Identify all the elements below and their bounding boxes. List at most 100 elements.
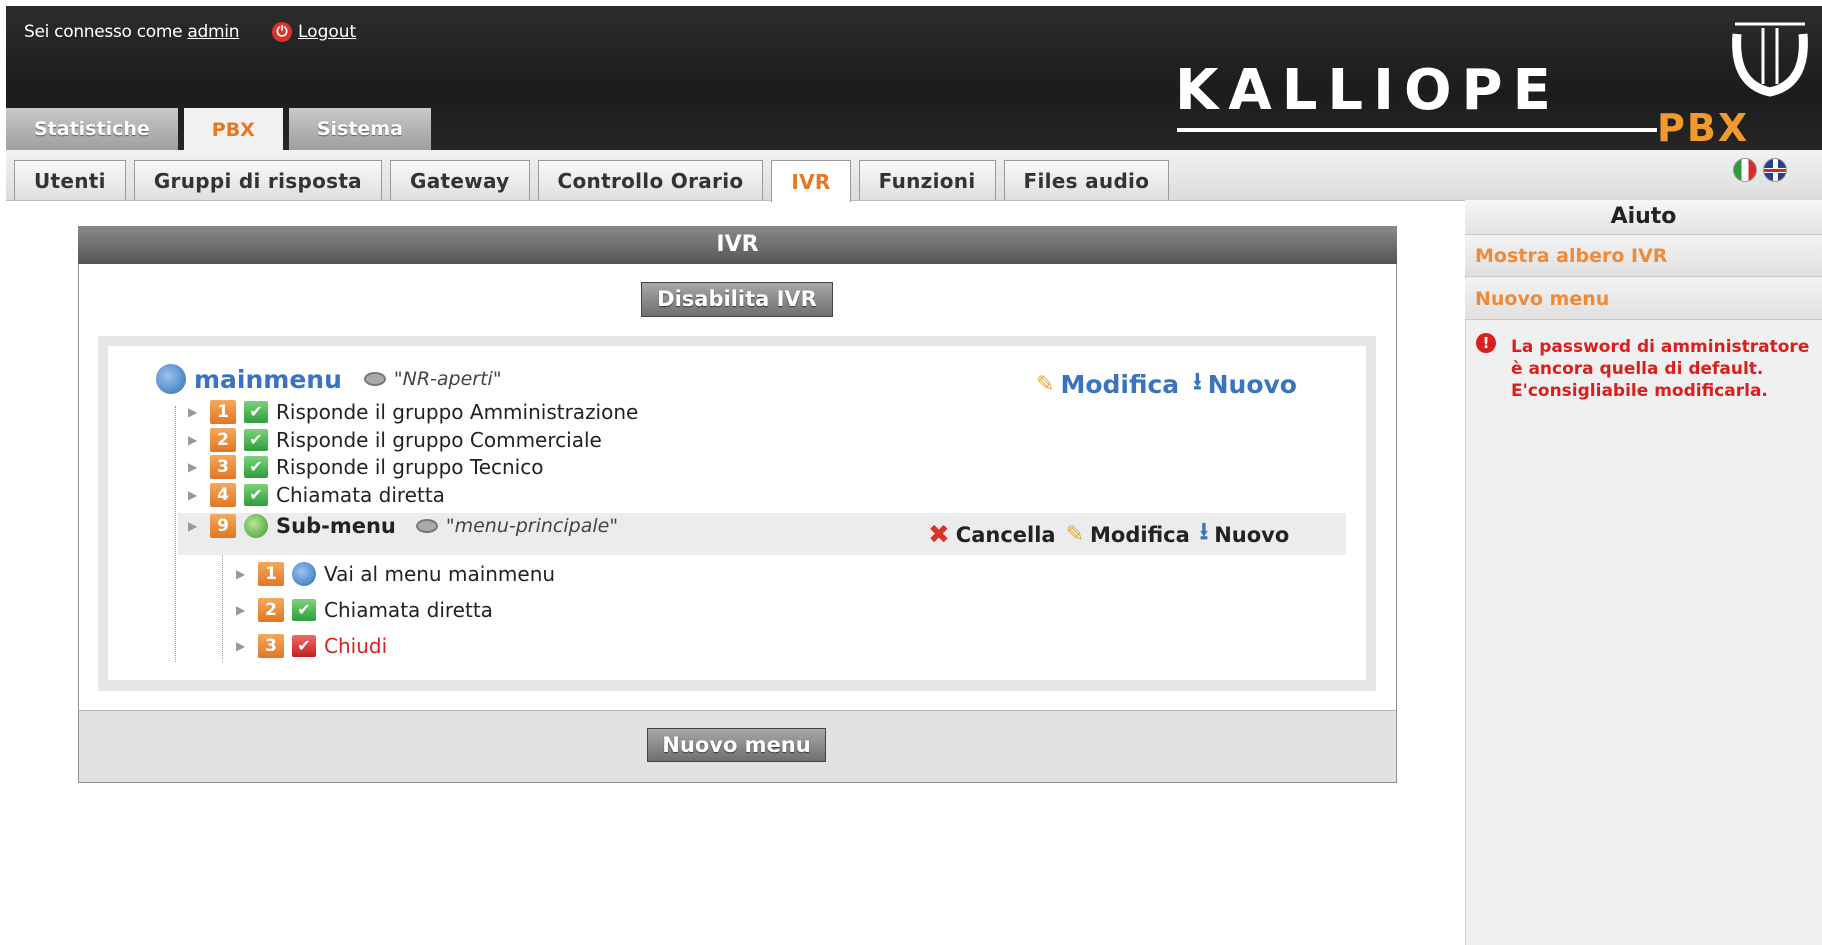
check-icon: ✔ <box>244 401 268 423</box>
expand-arrow-icon: ▶ <box>236 639 246 653</box>
show-ivr-tree-link[interactable]: Mostra albero IVR <box>1465 235 1822 277</box>
disable-ivr-button[interactable]: Disabilita IVR <box>641 282 833 317</box>
warning-icon: ! <box>1476 333 1496 353</box>
submenu-new-button[interactable]: ⭳ Nuovo <box>1200 514 1289 555</box>
root-node: mainmenu "NR-aperti" <box>156 364 502 394</box>
submenu-icon <box>244 514 268 538</box>
key-badge: 2 <box>258 598 284 622</box>
tree-guide <box>175 406 176 662</box>
password-warning: La password di amministratore è ancora q… <box>1511 337 1810 401</box>
tab-files-audio[interactable]: Files audio <box>1003 160 1170 200</box>
arrow-down-icon: ⭳ <box>1193 367 1202 395</box>
expand-arrow-icon: ▶ <box>188 519 198 533</box>
key-badge: 3 <box>210 455 236 479</box>
goto-menu-icon <box>292 562 316 586</box>
key-badge: 2 <box>210 428 236 452</box>
tab-pbx[interactable]: PBX <box>183 108 283 152</box>
submenu-new-label: Nuovo <box>1214 522 1290 547</box>
tab-utenti[interactable]: Utenti <box>14 160 126 200</box>
login-status: Sei connesso come admin <box>24 22 240 42</box>
key-badge: 9 <box>210 514 236 538</box>
key-badge: 3 <box>258 634 284 658</box>
sub-tree-item[interactable]: ▶ 1 Vai al menu mainmenu <box>236 562 555 586</box>
submenu-audio-name: "menu-principale" <box>445 515 619 537</box>
item-label: Risponde il gruppo Commerciale <box>276 428 602 452</box>
logo-line <box>1177 128 1657 132</box>
main-tabs: Statistiche PBX Sistema <box>6 108 431 152</box>
lyre-icon <box>1732 22 1808 97</box>
tab-controllo-orario[interactable]: Controllo Orario <box>537 160 764 200</box>
root-audio-name: "NR-aperti" <box>393 368 502 390</box>
tab-funzioni[interactable]: Funzioni <box>858 160 996 200</box>
expand-arrow-icon: ▶ <box>236 603 246 617</box>
item-label: Chiudi <box>324 634 388 658</box>
expand-arrow-icon: ▶ <box>236 567 246 581</box>
check-icon: ✔ <box>292 599 316 621</box>
login-prefix: Sei connesso come <box>24 22 188 42</box>
tree-item[interactable]: ▶ 4 ✔ Chiamata diretta <box>188 483 445 507</box>
key-badge: 1 <box>258 562 284 586</box>
item-label: Chiamata diretta <box>276 483 445 507</box>
logo-pbx: PBX <box>1657 106 1750 150</box>
root-menu-name[interactable]: mainmenu <box>194 365 342 394</box>
check-icon: ✔ <box>244 484 268 506</box>
tree-item[interactable]: ▶ 1 ✔ Risponde il gruppo Amministrazione <box>188 400 638 424</box>
expand-arrow-icon: ▶ <box>188 405 198 419</box>
expand-arrow-icon: ▶ <box>188 460 198 474</box>
tab-ivr[interactable]: IVR <box>771 160 851 202</box>
panel-title: IVR <box>78 226 1397 264</box>
user-link[interactable]: admin <box>187 22 239 42</box>
key-badge: 1 <box>210 400 236 424</box>
logout-link[interactable]: ⏻ Logout <box>272 22 356 42</box>
tree-item[interactable]: ▶ 3 ✔ Risponde il gruppo Tecnico <box>188 455 543 479</box>
language-flags <box>1733 158 1787 182</box>
arrow-down-icon: ⭳ <box>1199 517 1209 545</box>
tab-statistiche[interactable]: Statistiche <box>6 108 178 150</box>
root-edit-button[interactable]: ✎ Modifica <box>1036 364 1179 405</box>
root-edit-label: Modifica <box>1060 370 1180 399</box>
logo-text: KALLIOPE <box>1175 58 1561 123</box>
new-menu-link[interactable]: Nuovo menu <box>1465 278 1822 320</box>
tree-item[interactable]: ▶ 2 ✔ Risponde il gruppo Commerciale <box>188 428 602 452</box>
logout-label: Logout <box>298 22 357 42</box>
root-new-button[interactable]: ⭳ Nuovo <box>1193 364 1297 405</box>
pencil-icon: ✎ <box>1036 372 1055 397</box>
close-call-icon: ✔ <box>292 635 316 657</box>
tab-gruppi-di-risposta[interactable]: Gruppi di risposta <box>133 160 382 200</box>
subtree-guide <box>222 555 223 662</box>
menu-icon <box>156 364 186 394</box>
submenu-edit-button[interactable]: ✎ Modifica <box>1066 514 1190 555</box>
tab-sistema[interactable]: Sistema <box>288 108 431 150</box>
item-label: Risponde il gruppo Tecnico <box>276 455 544 479</box>
submenu-actions: ✖ Cancella ✎ Modifica ⭳ Nuovo <box>928 514 1289 555</box>
root-actions: ✎ Modifica ⭳ Nuovo <box>1036 364 1297 405</box>
sub-tabs: Utenti Gruppi di risposta Gateway Contro… <box>14 160 1170 202</box>
audio-icon <box>415 519 438 533</box>
sub-tree-item[interactable]: ▶ 3 ✔ Chiudi <box>236 634 387 658</box>
kalliope-logo: KALLIOPE PBX <box>1175 14 1815 150</box>
key-badge: 4 <box>210 483 236 507</box>
power-icon: ⏻ <box>272 22 292 42</box>
item-label: Chiamata diretta <box>324 598 493 622</box>
check-icon: ✔ <box>244 429 268 451</box>
italian-flag-icon[interactable] <box>1733 158 1757 182</box>
new-menu-button[interactable]: Nuovo menu <box>647 728 826 762</box>
english-flag-icon[interactable] <box>1763 158 1787 182</box>
pencil-icon: ✎ <box>1065 522 1085 547</box>
tab-gateway[interactable]: Gateway <box>389 160 530 200</box>
root-new-label: Nuovo <box>1207 370 1297 399</box>
delete-x-icon: ✖ <box>928 519 950 550</box>
item-label: Vai al menu mainmenu <box>324 562 556 586</box>
submenu-name: Sub-menu <box>276 514 396 538</box>
submenu-delete-button[interactable]: ✖ Cancella <box>928 514 1056 555</box>
audio-icon <box>363 372 386 386</box>
item-label: Risponde il gruppo Amministrazione <box>276 400 639 424</box>
check-icon: ✔ <box>244 456 268 478</box>
expand-arrow-icon: ▶ <box>188 488 198 502</box>
sub-tree-item[interactable]: ▶ 2 ✔ Chiamata diretta <box>236 598 493 622</box>
submenu-delete-label: Cancella <box>955 522 1056 547</box>
help-title: Aiuto <box>1465 200 1822 235</box>
submenu-node[interactable]: ▶ 9 Sub-menu "menu-principale" <box>188 514 618 538</box>
expand-arrow-icon: ▶ <box>188 433 198 447</box>
submenu-edit-label: Modifica <box>1090 522 1190 547</box>
